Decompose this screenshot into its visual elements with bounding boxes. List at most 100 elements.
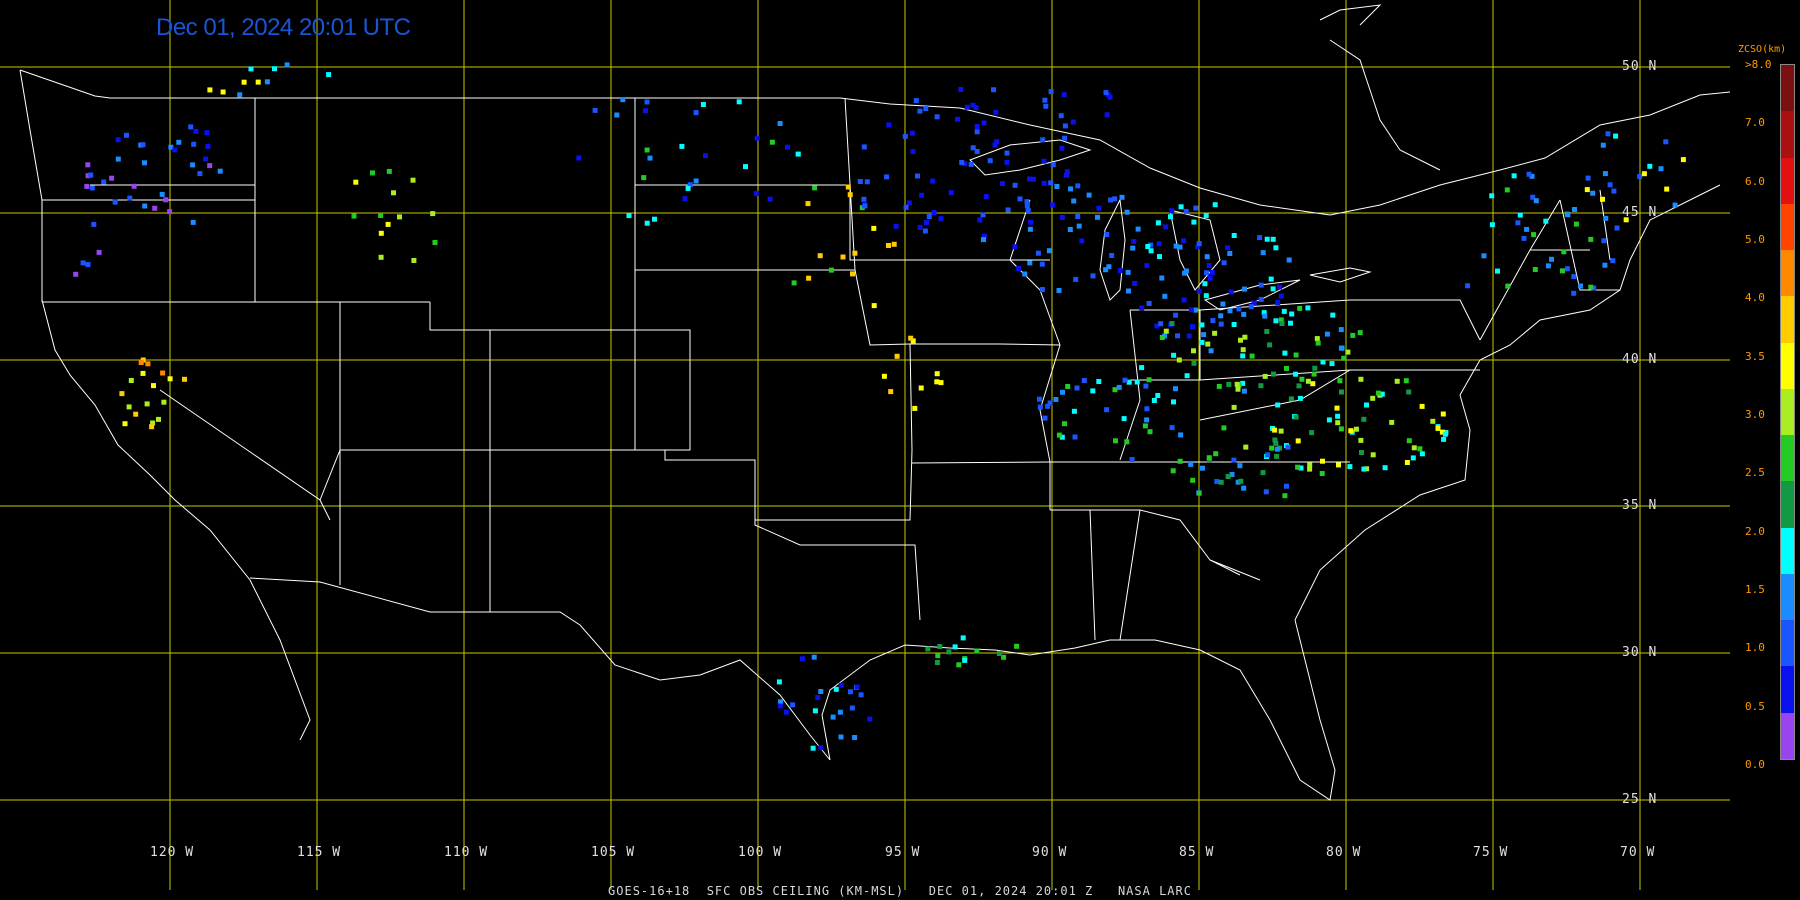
station-dot (931, 210, 937, 215)
station-dot (391, 190, 396, 196)
station-dot (1218, 313, 1224, 319)
station-dot (1243, 444, 1249, 450)
station-dot (1511, 173, 1517, 179)
station-dot (351, 213, 357, 219)
station-dot (818, 689, 824, 694)
station-dot (1125, 269, 1131, 275)
station-dot (151, 383, 156, 389)
station-dot (1070, 119, 1076, 125)
legend-swatch (1781, 712, 1794, 759)
station-dot (1027, 176, 1032, 182)
station-dot (1176, 357, 1182, 363)
station-dot (1295, 438, 1301, 444)
station-dot (1121, 416, 1127, 422)
station-dot (777, 121, 783, 126)
station-dot (176, 139, 182, 145)
station-dot (1442, 431, 1448, 437)
station-dot (1104, 112, 1110, 118)
station-dot (991, 87, 996, 93)
station-dot (1067, 227, 1073, 232)
station-dot (791, 280, 797, 286)
station-dot (1573, 221, 1579, 227)
station-dot (1241, 485, 1247, 491)
legend-color-bar (1780, 64, 1795, 760)
station-dot (109, 175, 115, 181)
station-dot (1357, 330, 1363, 336)
station-dot (903, 204, 909, 210)
station-dot (700, 102, 706, 107)
legend-label: 1.0 (1745, 641, 1765, 655)
legend-title: ZCSO(km) (1738, 44, 1787, 55)
station-dot (852, 250, 858, 256)
station-dot (1155, 220, 1161, 226)
legend-swatch (1781, 620, 1794, 667)
station-dot (840, 254, 846, 260)
longitude-label: 75 W (1473, 845, 1509, 860)
station-dot (1339, 389, 1344, 395)
station-dot (1515, 220, 1521, 226)
station-dot (1122, 377, 1128, 383)
station-dot (1173, 386, 1178, 392)
latitude-label: 40 N (1622, 352, 1658, 367)
station-dot (812, 185, 818, 191)
station-dot (1560, 268, 1565, 274)
station-dot (145, 361, 151, 367)
station-dot (1248, 304, 1254, 310)
station-dot (1163, 328, 1169, 334)
station-dot (140, 142, 146, 148)
station-dot (1221, 260, 1227, 266)
station-dot (847, 192, 853, 198)
station-dot (1348, 428, 1354, 434)
station-dot (1090, 388, 1096, 394)
station-dot (1278, 428, 1284, 434)
station-dot (1505, 283, 1511, 289)
station-dot (1311, 371, 1317, 377)
station-dot (956, 662, 962, 668)
station-dot (124, 132, 129, 138)
station-dot (1183, 268, 1189, 274)
station-dot (1489, 193, 1495, 199)
station-dot (1273, 318, 1279, 324)
station-dot (1241, 388, 1247, 394)
station-dot (1359, 450, 1364, 455)
station-dot (430, 211, 436, 217)
station-dot (1205, 341, 1211, 347)
station-dot (1142, 423, 1148, 429)
station-dot (1143, 383, 1149, 389)
lat-lon-grid (0, 0, 1730, 890)
station-dot (237, 92, 243, 98)
station-dot (1307, 462, 1313, 468)
station-dot (643, 108, 648, 114)
station-dot (1212, 330, 1218, 336)
station-dot (378, 254, 384, 260)
station-dot (1613, 133, 1619, 139)
legend-label: 0.5 (1745, 699, 1765, 713)
station-dot (906, 200, 912, 206)
station-dot (1213, 451, 1219, 457)
station-dot (1258, 296, 1264, 302)
station-dot (1079, 238, 1085, 244)
latitude-label: 50 N (1622, 59, 1658, 74)
station-dot (1095, 214, 1100, 220)
station-dot (1281, 308, 1287, 314)
station-dot (248, 66, 254, 72)
station-dot (1571, 290, 1577, 296)
station-dot (884, 174, 890, 180)
station-dot (1071, 408, 1077, 414)
lake-ontario (1309, 267, 1372, 283)
station-dot (1190, 477, 1196, 483)
station-dot (1238, 337, 1243, 343)
longitude-label: 100 W (738, 845, 783, 860)
station-dot (1341, 355, 1347, 361)
station-dot (353, 179, 359, 185)
station-dot (1296, 383, 1302, 389)
latitude-label: 25 N (1622, 792, 1658, 807)
station-dot (1199, 322, 1205, 328)
station-dot (1005, 207, 1011, 213)
station-dot (1231, 404, 1237, 410)
station-dot (864, 179, 870, 185)
station-dot (838, 682, 844, 688)
station-dot (913, 98, 919, 104)
station-dot (1335, 420, 1341, 426)
station-dot (73, 271, 79, 277)
